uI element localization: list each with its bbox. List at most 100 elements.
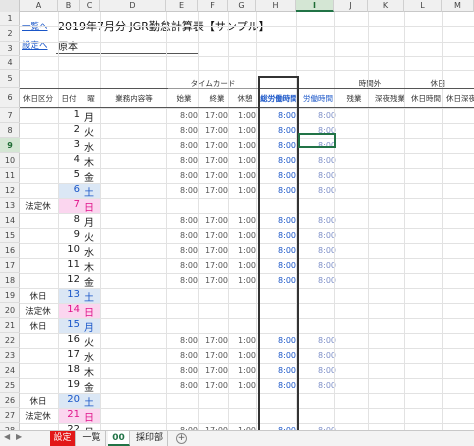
row-header-24[interactable]: 24	[0, 363, 20, 378]
total-hours-cell[interactable]: 8:00	[260, 351, 296, 360]
start-time-cell[interactable]: 8:00	[168, 186, 198, 195]
labor-hours-cell[interactable]: 8:00	[300, 186, 336, 195]
start-time-cell[interactable]: 8:00	[168, 261, 198, 270]
labor-hours-cell[interactable]: 8:00	[300, 111, 336, 120]
break-time-cell[interactable]: 1:00	[230, 336, 256, 345]
column-header-i[interactable]: I	[296, 0, 334, 12]
column-header-c[interactable]: C	[80, 0, 100, 12]
total-hours-cell[interactable]: 8:00	[260, 366, 296, 375]
row-header-12[interactable]: 12	[0, 183, 20, 198]
column-header-a[interactable]: A	[20, 0, 58, 12]
day-cell[interactable]: 17	[58, 349, 80, 360]
row-header-10[interactable]: 10	[0, 153, 20, 168]
end-time-cell[interactable]: 17:00	[200, 231, 228, 240]
break-time-cell[interactable]: 1:00	[230, 276, 256, 285]
start-time-cell[interactable]: 8:00	[168, 231, 198, 240]
day-cell[interactable]: 20	[58, 394, 80, 405]
day-cell[interactable]: 13	[58, 289, 80, 300]
column-header-e[interactable]: E	[166, 0, 198, 12]
day-cell[interactable]: 8	[58, 214, 80, 225]
end-time-cell[interactable]: 17:00	[200, 111, 228, 120]
break-time-cell[interactable]: 1:00	[230, 171, 256, 180]
day-cell[interactable]: 12	[58, 274, 80, 285]
row-header-28[interactable]: 28	[0, 423, 20, 430]
column-header-f[interactable]: F	[198, 0, 228, 12]
day-cell[interactable]: 16	[58, 334, 80, 345]
total-hours-cell[interactable]: 8:00	[260, 171, 296, 180]
row-header-11[interactable]: 11	[0, 168, 20, 183]
break-time-cell[interactable]: 1:00	[230, 111, 256, 120]
total-hours-cell[interactable]: 8:00	[260, 246, 296, 255]
labor-hours-cell[interactable]: 8:00	[300, 381, 336, 390]
start-time-cell[interactable]: 8:00	[168, 246, 198, 255]
day-cell[interactable]: 4	[58, 154, 80, 165]
labor-hours-cell[interactable]: 8:00	[300, 351, 336, 360]
start-time-cell[interactable]: 8:00	[168, 381, 198, 390]
total-hours-cell[interactable]: 8:00	[260, 261, 296, 270]
add-sheet-icon[interactable]: +	[176, 433, 187, 444]
total-hours-cell[interactable]: 8:00	[260, 111, 296, 120]
labor-hours-cell[interactable]: 8:00	[300, 261, 336, 270]
end-time-cell[interactable]: 17:00	[200, 366, 228, 375]
end-time-cell[interactable]: 17:00	[200, 171, 228, 180]
row-header-9[interactable]: 9	[0, 138, 20, 153]
end-time-cell[interactable]: 17:00	[200, 186, 228, 195]
labor-hours-cell[interactable]: 8:00	[300, 246, 336, 255]
holiday-kubun-cell[interactable]: 休日	[20, 290, 56, 302]
sheet-tab-3[interactable]: 00	[108, 431, 130, 446]
row-header-6[interactable]: 6	[0, 88, 20, 108]
day-cell[interactable]: 11	[58, 259, 80, 270]
start-time-cell[interactable]: 8:00	[168, 156, 198, 165]
day-cell[interactable]: 15	[58, 319, 80, 330]
end-time-cell[interactable]: 17:00	[200, 216, 228, 225]
column-header-l[interactable]: L	[404, 0, 442, 12]
start-time-cell[interactable]: 8:00	[168, 141, 198, 150]
row-header-7[interactable]: 7	[0, 108, 20, 123]
end-time-cell[interactable]: 17:00	[200, 336, 228, 345]
row-header-2[interactable]: 2	[0, 26, 20, 42]
end-time-cell[interactable]: 17:00	[200, 141, 228, 150]
sheet-tab-2[interactable]: 一覧	[78, 431, 106, 446]
break-time-cell[interactable]: 1:00	[230, 351, 256, 360]
labor-hours-cell[interactable]: 8:00	[300, 336, 336, 345]
total-hours-cell[interactable]: 8:00	[260, 126, 296, 135]
active-cell[interactable]	[298, 133, 336, 148]
row-header-26[interactable]: 26	[0, 393, 20, 408]
break-time-cell[interactable]: 1:00	[230, 141, 256, 150]
labor-hours-cell[interactable]: 8:00	[300, 156, 336, 165]
break-time-cell[interactable]: 1:00	[230, 381, 256, 390]
column-header-k[interactable]: K	[368, 0, 404, 12]
start-time-cell[interactable]: 8:00	[168, 351, 198, 360]
day-cell[interactable]: 21	[58, 409, 80, 420]
total-hours-cell[interactable]: 8:00	[260, 231, 296, 240]
labor-hours-cell[interactable]: 8:00	[300, 276, 336, 285]
tab-scroll-right-icon[interactable]: ▶	[16, 432, 22, 441]
day-cell[interactable]: 6	[58, 184, 80, 195]
break-time-cell[interactable]: 1:00	[230, 156, 256, 165]
column-header-h[interactable]: H	[256, 0, 296, 12]
column-header-j[interactable]: J	[334, 0, 368, 12]
column-header-d[interactable]: D	[100, 0, 166, 12]
end-time-cell[interactable]: 17:00	[200, 381, 228, 390]
holiday-kubun-cell[interactable]: 法定休	[20, 410, 56, 422]
start-time-cell[interactable]: 8:00	[168, 366, 198, 375]
total-hours-cell[interactable]: 8:00	[260, 381, 296, 390]
row-header-23[interactable]: 23	[0, 348, 20, 363]
break-time-cell[interactable]: 1:00	[230, 231, 256, 240]
holiday-kubun-cell[interactable]: 法定休	[20, 305, 56, 317]
holiday-kubun-cell[interactable]: 休日	[20, 395, 56, 407]
end-time-cell[interactable]: 17:00	[200, 276, 228, 285]
holiday-kubun-cell[interactable]: 法定休	[20, 200, 56, 212]
row-header-5[interactable]: 5	[0, 70, 20, 88]
break-time-cell[interactable]: 1:00	[230, 366, 256, 375]
total-hours-cell[interactable]: 8:00	[260, 336, 296, 345]
break-time-cell[interactable]: 1:00	[230, 246, 256, 255]
total-hours-cell[interactable]: 8:00	[260, 156, 296, 165]
row-header-20[interactable]: 20	[0, 303, 20, 318]
row-header-8[interactable]: 8	[0, 123, 20, 138]
total-hours-cell[interactable]: 8:00	[260, 186, 296, 195]
start-time-cell[interactable]: 8:00	[168, 216, 198, 225]
column-header-g[interactable]: G	[228, 0, 256, 12]
row-header-25[interactable]: 25	[0, 378, 20, 393]
select-all-corner[interactable]	[0, 0, 20, 12]
